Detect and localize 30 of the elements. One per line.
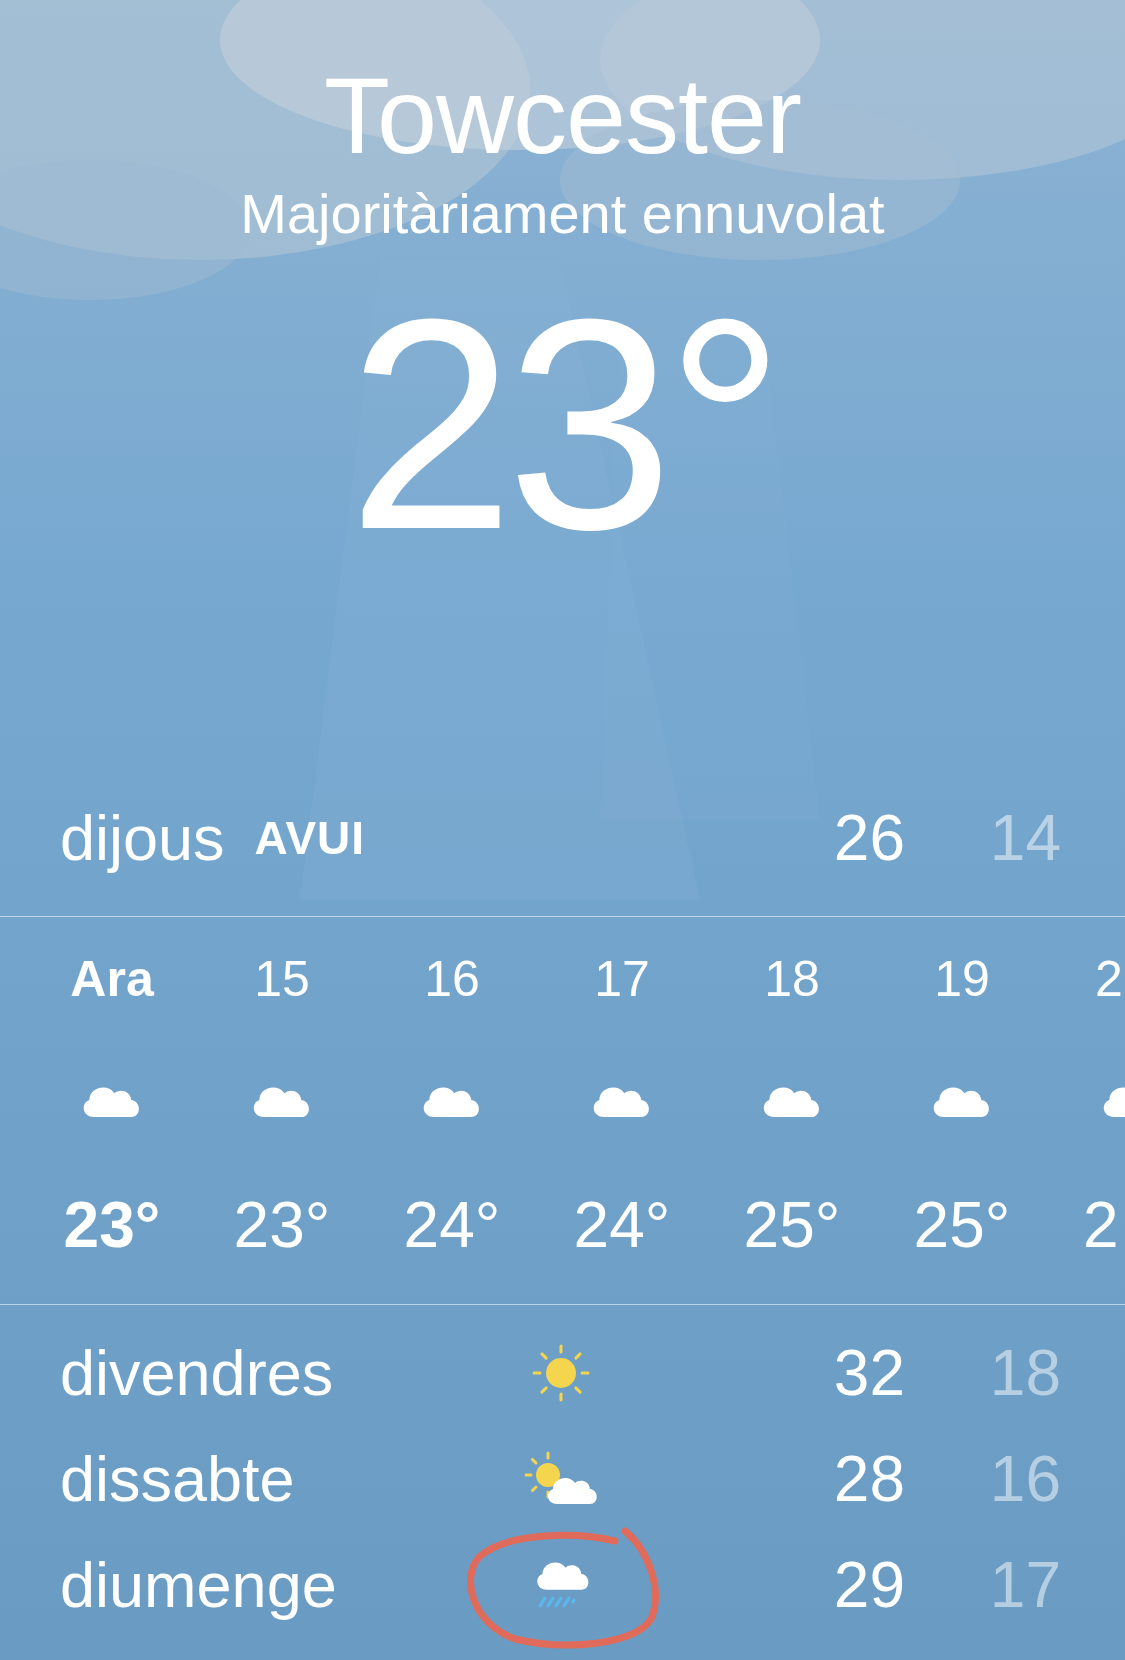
hour-temperature: 23° <box>63 1190 161 1260</box>
hour-label: 19 <box>934 950 990 1009</box>
weather-condition: Majoritàriament ennuvolat <box>240 184 885 244</box>
low-temperature: 16 <box>988 1444 1061 1514</box>
hour-label: 15 <box>254 950 310 1009</box>
today-label: AVUI <box>254 811 366 865</box>
high-temperature: 29 <box>832 1550 905 1620</box>
low-temperature: 17 <box>988 1550 1061 1620</box>
day-name: diumenge <box>60 1550 337 1620</box>
day-name: dijous <box>60 803 225 873</box>
high-temperature: 26 <box>832 803 905 873</box>
hour-temperature: 24° <box>573 1190 671 1260</box>
hour-label: 18 <box>764 950 820 1009</box>
hour-temperature: 25° <box>743 1190 841 1260</box>
hour-temperature: 25° <box>913 1190 1011 1260</box>
hour-temperature: 2 <box>1082 1190 1119 1260</box>
hour-label: 17 <box>594 950 650 1009</box>
city-name: Towcester <box>323 60 802 172</box>
current-temperature: 23° <box>347 294 778 554</box>
low-temperature: 18 <box>988 1338 1061 1408</box>
low-temperature: 14 <box>988 803 1061 873</box>
hour-temperature: 24° <box>403 1190 501 1260</box>
high-temperature: 32 <box>832 1338 905 1408</box>
hour-temperature: 23° <box>233 1190 331 1260</box>
hour-label: Ara <box>70 950 154 1009</box>
hour-label: 2 <box>1094 950 1123 1009</box>
high-temperature: 28 <box>832 1444 905 1514</box>
hour-label: 16 <box>424 950 480 1009</box>
day-name: dissabte <box>60 1444 295 1514</box>
day-name: divendres <box>60 1338 334 1408</box>
